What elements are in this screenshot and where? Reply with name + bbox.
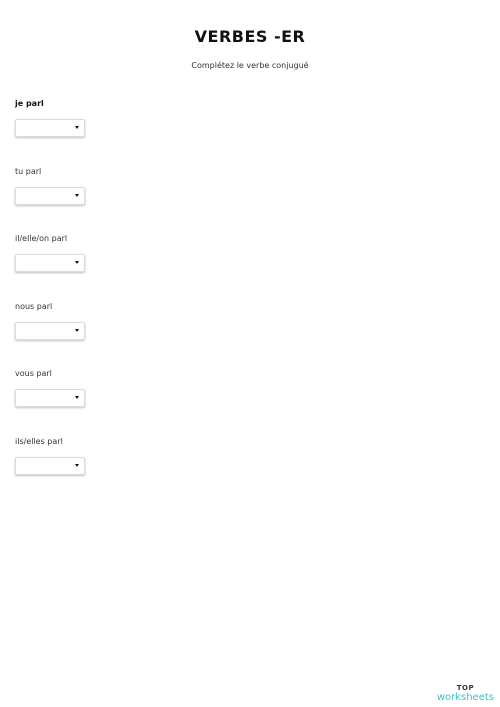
answer-dropdown[interactable] — [15, 322, 85, 340]
page-title: VERBES -ER — [194, 27, 306, 46]
answer-dropdown[interactable] — [15, 119, 85, 137]
question-label: tu parl — [15, 167, 42, 176]
answer-dropdown[interactable] — [15, 389, 85, 407]
question-item: je parl — [15, 98, 215, 137]
caret-down-icon — [75, 194, 79, 197]
answer-dropdown[interactable] — [15, 187, 85, 205]
logo-top-text: TOP — [456, 684, 475, 692]
caret-down-icon — [75, 261, 79, 264]
caret-down-icon — [75, 396, 79, 399]
question-item: vous parl — [15, 368, 215, 407]
question-item: il/elle/on parl — [15, 233, 215, 272]
question-label: je parl — [15, 99, 44, 108]
question-item: nous parl — [15, 301, 215, 340]
caret-down-icon — [75, 329, 79, 332]
logo-bottom-text: worksheets — [436, 692, 494, 703]
question-label: ils/elles parl — [15, 437, 63, 446]
question-label: nous parl — [15, 302, 53, 311]
question-item: ils/elles parl — [15, 436, 215, 475]
caret-down-icon — [75, 126, 79, 129]
topworksheets-logo[interactable]: TOP worksheets — [437, 685, 494, 703]
page-subtitle: Complétez le verbe conjugué — [191, 61, 309, 70]
caret-down-icon — [75, 464, 79, 467]
answer-dropdown[interactable] — [15, 254, 85, 272]
question-label: il/elle/on parl — [15, 234, 68, 243]
question-label: vous parl — [15, 369, 52, 378]
question-item: tu parl — [15, 166, 215, 205]
answer-dropdown[interactable] — [15, 457, 85, 475]
